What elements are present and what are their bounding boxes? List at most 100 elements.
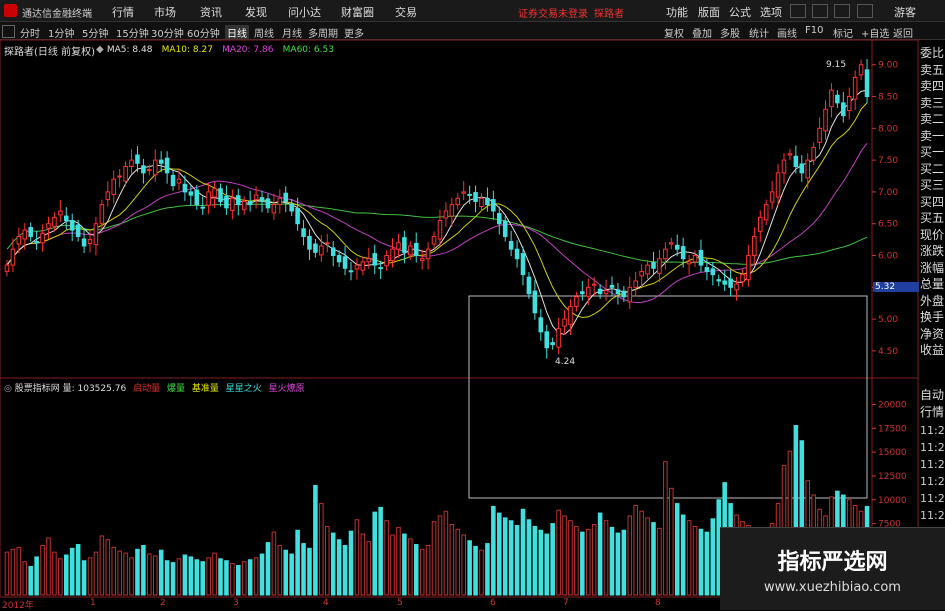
volume-bar [396,526,401,596]
candle-body [835,94,840,104]
watermark-cn: 指标严选网 [777,550,888,575]
candle-body [740,274,745,283]
candle-body [431,235,437,245]
candle-body [669,242,674,245]
candle-body [793,155,799,167]
volume-bar [147,553,152,596]
volume-bar [75,544,81,596]
candle-body [342,256,348,269]
y-tick-label: 6.00 [878,252,898,262]
candle-body [580,291,585,295]
volume-bar [591,524,597,596]
x-axis-label: 6 [490,598,496,608]
stock-name: 探路者(日线 前复权) [4,47,95,58]
volume-bar [413,544,419,596]
x-axis-label: 4 [323,598,329,608]
volume-bar [520,508,526,596]
volume-bar [135,548,140,596]
volume-bar [609,526,615,596]
volume-bar [497,512,502,596]
legend-burst-volume: 爆量 [166,384,185,394]
candle-body [473,192,478,202]
candles [4,58,870,359]
candle-body [817,127,822,143]
candle-body [378,267,383,270]
volume-bar [158,549,164,596]
x-axis-label: 1 [90,598,96,608]
candle-body [10,248,16,266]
candle-body [491,199,496,212]
side-quote-label: 委比 [919,46,944,60]
volume-bar [141,544,146,596]
volume-bar [449,524,455,596]
candle-body [734,283,739,291]
kline-chart[interactable]: 9.008.508.007.507.006.506.005.505.004.50… [0,0,945,609]
volume-bar [419,548,425,596]
side-quote-label: 卖五 [919,62,944,77]
volume-bar [176,558,182,596]
candle-body [485,197,490,206]
candle-body [58,210,63,216]
candle-body [194,189,200,206]
candle-body [728,278,733,288]
volume-bar [200,561,205,596]
volume-bar [4,551,10,596]
volume-bar [212,552,217,596]
candle-body [93,223,99,246]
ma5-label: MA5: 8.48 [106,45,153,55]
volume-bar [152,555,158,596]
volume-bar [64,554,69,596]
candle-body [301,228,306,237]
side-panel-tab[interactable]: 自动 [919,386,945,403]
low-label: 4.24 [555,357,576,367]
last-price-badge: 5.32 [873,282,919,292]
side-quote-label: 净资 [919,326,944,341]
candle-body [324,242,330,245]
volume-bar [188,556,194,596]
volume-bar [704,531,710,596]
high-label: 9.15 [826,60,847,70]
legend-base-volume: 基准量 [191,384,219,394]
candle-body [633,280,638,288]
volume-bar [360,533,366,596]
candle-body [218,188,223,202]
y-tick-label: 7.00 [878,188,898,198]
side-quote-label: 卖二 [919,112,944,126]
tick-time: 11:29 [920,424,945,437]
volume-bar [574,525,579,596]
candle-body [514,248,520,260]
candle-body [111,178,117,195]
volume-bar [437,515,443,596]
volume-bar [562,515,567,596]
volume-bar [253,557,259,596]
side-panel-tab[interactable]: 行情 [919,403,945,420]
volume-bar [485,543,490,596]
candle-body [787,153,793,156]
volume-bar [259,553,265,596]
volume-bar [603,520,609,596]
x-axis-label: 2012年 [2,601,34,611]
candle-body [230,197,235,211]
candle-body [461,191,466,194]
gear-icon[interactable]: ◎ [4,384,15,394]
candle-body [16,235,22,245]
volume-bar [384,520,389,596]
candle-body [455,197,461,206]
volume-bar [319,503,324,596]
volume-bar [633,504,638,596]
side-quote-label: 涨幅 [919,260,944,275]
candle-body [763,204,769,221]
candle-body [692,255,698,263]
candle-body [627,286,633,303]
volume-bar [544,533,550,596]
tick-time: 11:29 [920,492,945,505]
side-quote-label: 卖一 [919,128,944,143]
indicator-name[interactable]: 股票指标网 [15,384,60,394]
candle-body [858,64,864,76]
side-quote-label: 换手 [919,310,944,324]
volume-bar [230,563,235,596]
candle-body [746,255,751,281]
volume-bar [342,544,348,596]
volume-bar [568,520,573,596]
candle-body [75,224,81,237]
